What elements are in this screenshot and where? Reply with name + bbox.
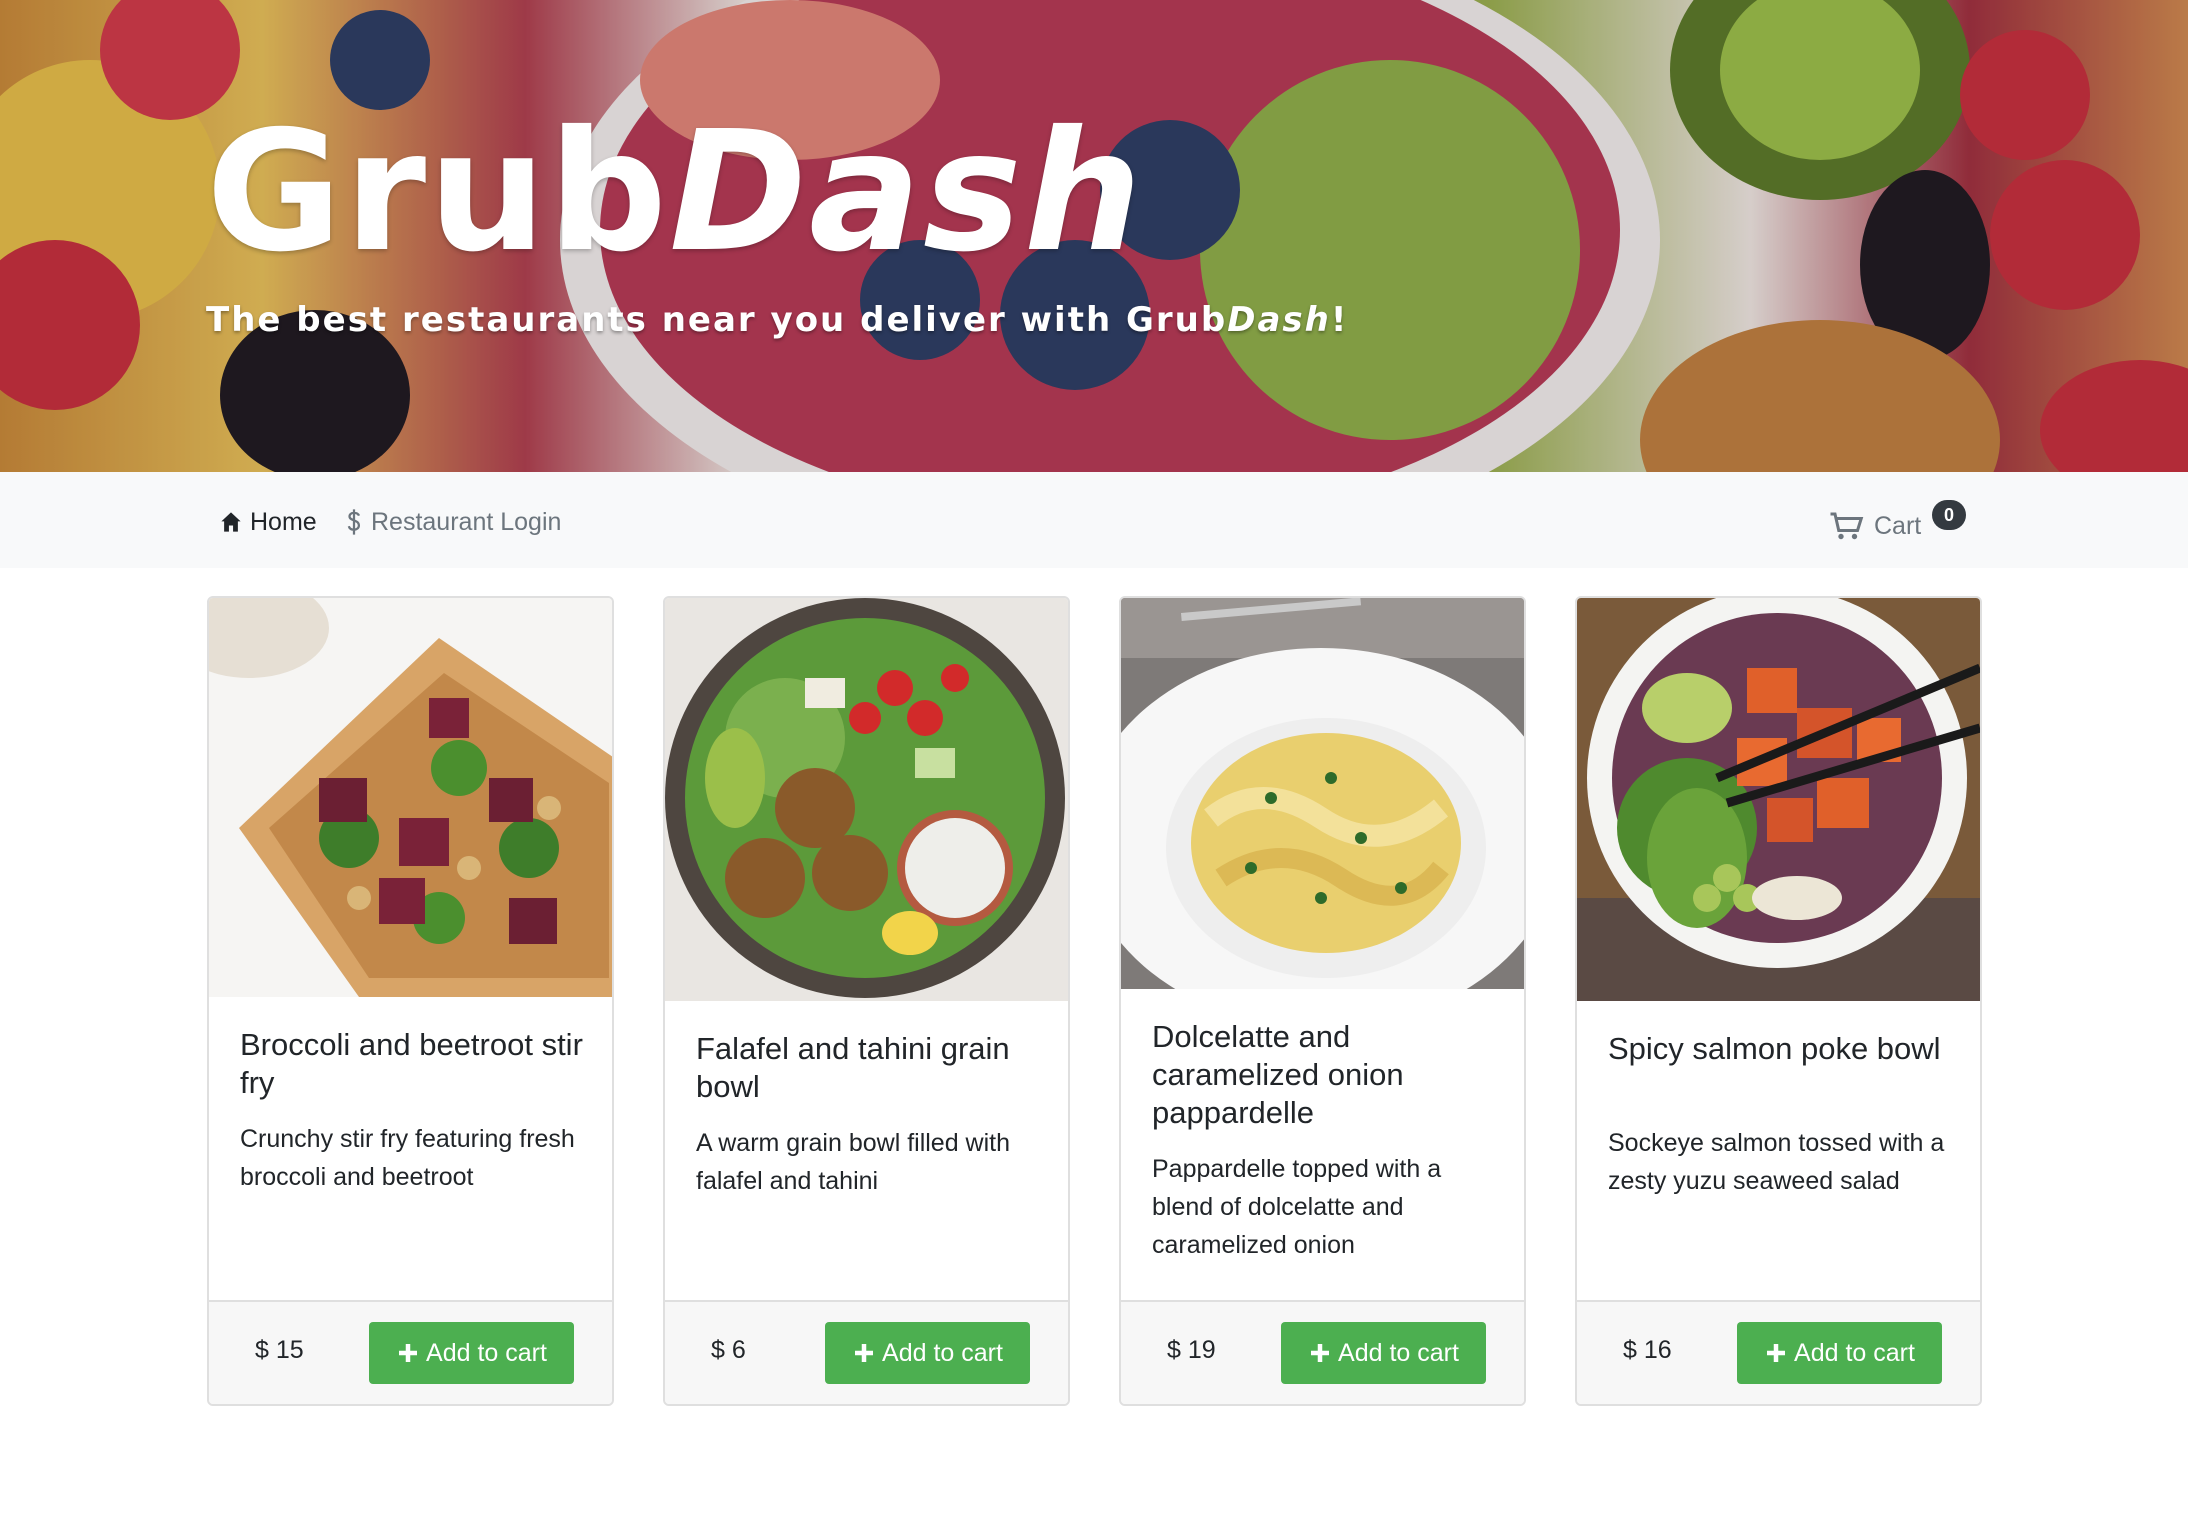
nav-cart-link[interactable]: Cart [1828,506,1921,546]
add-to-cart-button[interactable]: Add to cart [369,1322,574,1384]
dish-description: Crunchy stir fry featuring fresh broccol… [240,1125,575,1191]
dish-card: Broccoli and beetroot stir fry Crunchy s… [207,596,614,1406]
navbar: Home Restaurant Login Cart [0,472,2188,568]
card-footer: $ 19 Add to cart [1121,1300,1524,1404]
plus-icon [855,1344,874,1362]
nav-home-label: Home [250,507,317,536]
nav-restaurant-login-label: Restaurant Login [371,507,562,536]
add-to-cart-button[interactable]: Add to cart [825,1322,1030,1384]
add-to-cart-button[interactable]: Add to cart [1737,1322,1942,1384]
dish-card: Falafel and tahini grain bowl A warm gra… [663,596,1070,1406]
hero-tagline: The best restaurants near you deliver wi… [206,300,1349,340]
dollar-icon [347,509,361,535]
card-footer: $ 15 Add to cart [209,1300,612,1404]
card-footer: $ 16 Add to cart [1577,1300,1980,1404]
dish-price: $ 6 [711,1336,746,1364]
plus-icon [399,1344,418,1362]
dish-name: Spicy salmon poke bowl [1608,1031,1941,1066]
dish-description: Sockeye salmon tossed with a zesty yuzu … [1608,1129,1945,1195]
dish-card: Dolcelatte and caramelized onion pappard… [1119,596,1526,1406]
add-to-cart-label: Add to cart [882,1338,1003,1367]
add-to-cart-label: Add to cart [1338,1338,1459,1367]
dish-card: Spicy salmon poke bowl Sockeye salmon to… [1575,596,1982,1406]
hero-title: GrubDash [206,96,1144,289]
card-footer: $ 6 Add to cart [665,1300,1068,1404]
nav-cart-label: Cart [1874,511,1922,540]
dish-image [665,598,1068,1001]
dish-price: $ 15 [255,1336,304,1364]
nav-home-link[interactable]: Home [220,502,317,542]
add-to-cart-label: Add to cart [426,1338,547,1367]
dish-price: $ 16 [1623,1336,1672,1364]
dish-name: Broccoli and beetroot stir fry [240,1027,583,1100]
dish-description: Pappardelle topped with a blend of dolce… [1152,1155,1442,1259]
dish-image [1577,598,1980,1001]
plus-icon [1311,1344,1330,1362]
nav-restaurant-login-link[interactable]: Restaurant Login [345,502,561,542]
dish-name: Falafel and tahini grain bowl [696,1031,1010,1104]
home-icon [221,512,241,532]
cart-count-badge: 0 [1932,500,1966,530]
add-to-cart-button[interactable]: Add to cart [1281,1322,1486,1384]
dish-image [209,598,612,997]
dish-name: Dolcelatte and caramelized onion pappard… [1152,1019,1404,1130]
add-to-cart-label: Add to cart [1794,1338,1915,1367]
dish-price: $ 19 [1167,1336,1216,1364]
hero-banner: GrubDash The best restaurants near you d… [0,0,2188,472]
dish-description: A warm grain bowl filled with falafel an… [696,1129,1011,1195]
cart-icon [1830,512,1864,540]
dish-image [1121,598,1524,989]
plus-icon [1767,1344,1786,1362]
